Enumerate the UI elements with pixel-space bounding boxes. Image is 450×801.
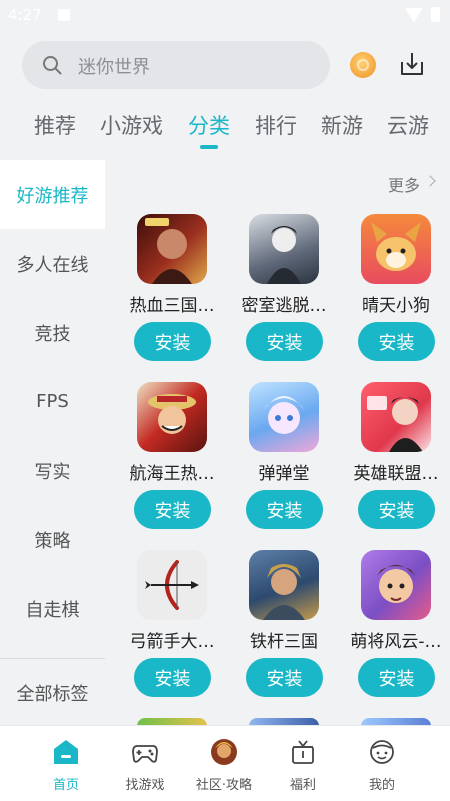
community-avatar-icon [211,739,237,765]
status-indicators [405,7,440,22]
coin-icon[interactable] [350,52,376,78]
nav-find-games[interactable]: 找游戏 [105,726,185,801]
bottom-nav: 首页 找游戏 社区·攻略 福利 我的 [0,725,450,801]
install-button[interactable]: 安装 [246,322,323,361]
nav-label: 首页 [52,778,79,793]
gamepad-icon [132,745,158,763]
status-bar: 4:27 [0,0,450,32]
ddtank-icon[interactable] [249,382,319,452]
install-button[interactable]: 安装 [134,490,211,529]
install-button[interactable]: 安装 [358,322,435,361]
nav-label: 我的 [368,778,395,793]
search-input[interactable]: 迷你世界 [78,53,150,79]
escape-room-icon[interactable] [249,214,319,284]
sidebar-item-multiplayer[interactable]: 多人在线 [0,229,105,298]
install-button[interactable]: 安装 [246,490,323,529]
game-name: 密室逃脱… [241,296,327,316]
sidebar-item-realistic[interactable]: 写实 [0,436,105,505]
sidebar-item-competitive[interactable]: 竞技 [0,298,105,367]
more-link[interactable]: 更多 [388,172,420,196]
sidebar-divider [0,658,105,659]
wifi-icon [405,7,423,22]
search-icon [43,56,62,75]
game-name: 萌将风云-… [350,632,442,652]
category-sidebar: 好游推荐 多人在线 竞技 FPS 写实 策略 自走棋 [0,160,105,725]
nav-label: 找游戏 [125,778,165,793]
install-button[interactable]: 安装 [134,658,211,697]
sunny-puppy-icon[interactable] [361,214,431,284]
home-icon [54,740,78,764]
tab-recommend[interactable]: 推荐 [34,110,76,140]
nav-label: 福利 [289,778,316,793]
nav-community[interactable]: 社区·攻略 [184,726,264,801]
game-name: 晴天小狗 [362,296,430,316]
download-icon[interactable] [398,50,426,78]
sidebar-item-auto-chess[interactable]: 自走棋 [0,574,105,643]
install-button[interactable]: 安装 [358,490,435,529]
install-button[interactable]: 安装 [134,322,211,361]
tab-cloud-games[interactable]: 云游 [387,110,429,140]
search-bar[interactable]: 迷你世界 [22,41,330,89]
sidebar-item-good-games[interactable]: 好游推荐 [0,160,105,229]
sidebar-item-fps[interactable]: FPS [0,367,105,436]
game-name: 热血三国… [129,296,215,316]
chevron-right-icon [424,175,436,187]
hot-blood-three-kingdoms-icon[interactable] [137,214,207,284]
one-piece-icon[interactable] [137,382,207,452]
install-button[interactable]: 安装 [246,658,323,697]
nav-label: 社区·攻略 [195,778,253,793]
sidebar-item-strategy[interactable]: 策略 [0,505,105,574]
battery-icon [431,7,440,22]
active-tab-indicator [200,145,218,149]
archer-icon[interactable] [137,550,207,620]
cute-generals-icon[interactable] [361,550,431,620]
iron-three-kingdoms-icon[interactable] [249,550,319,620]
category-tabs: 推荐 小游戏 分类 排行 新游 云游 [0,104,450,154]
notification-icon [58,9,70,21]
status-time: 4:27 [8,6,42,24]
nav-benefits[interactable]: 福利 [263,726,343,801]
all-tags-button[interactable]: 全部标签 [0,665,105,721]
game-name: 弓箭手大… [129,632,215,652]
game-name: 弹弹堂 [258,464,310,484]
tab-mini-games[interactable]: 小游戏 [100,110,163,140]
league-of-legends-icon[interactable] [361,382,431,452]
profile-icon [370,740,394,764]
tab-rankings[interactable]: 排行 [255,110,297,140]
game-name: 航海王热… [129,464,215,484]
tab-new-games[interactable]: 新游 [321,110,363,140]
game-name: 铁杆三国 [250,632,318,652]
tab-categories[interactable]: 分类 [188,110,230,140]
nav-profile[interactable]: 我的 [342,726,422,801]
nav-home[interactable]: 首页 [26,726,106,801]
gift-icon [292,740,314,764]
install-button[interactable]: 安装 [358,658,435,697]
game-name: 英雄联盟… [353,464,439,484]
